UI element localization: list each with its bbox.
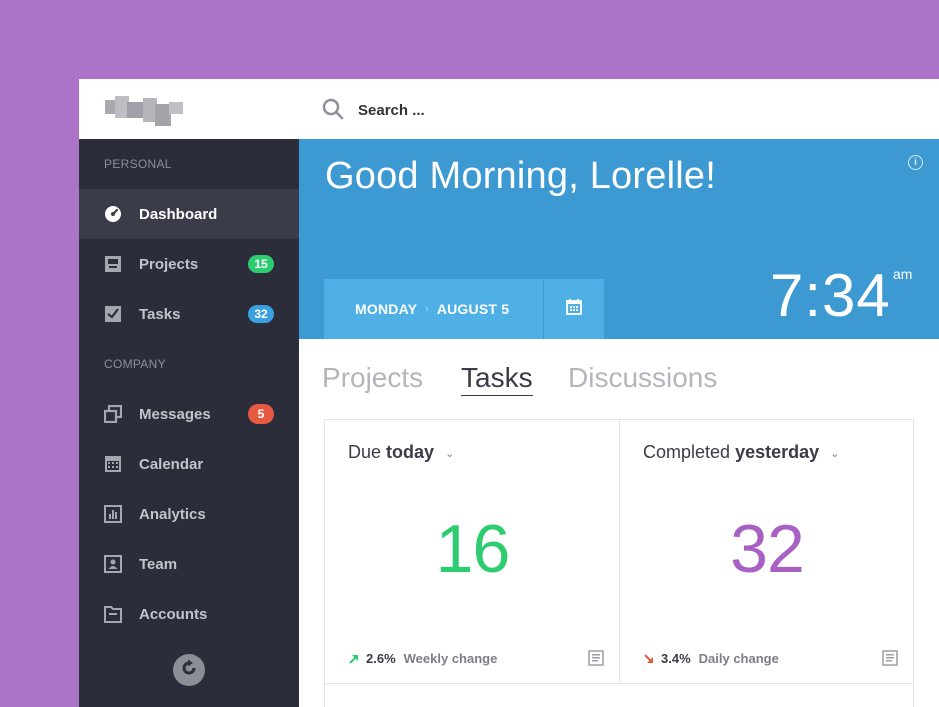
app-window: PERSONAL Dashboard Projects 15 Tasks 32 … — [79, 79, 939, 707]
chevron-right-icon: › — [425, 303, 429, 315]
sidebar-item-label: Calendar — [139, 455, 204, 473]
calendar-button[interactable] — [544, 279, 604, 339]
change-percent: 3.4% — [661, 651, 691, 666]
sidebar-item-label: Team — [139, 555, 178, 573]
calendar-icon — [566, 298, 582, 320]
sidebar-item-team[interactable]: Team — [79, 539, 299, 589]
sidebar-item-label: Tasks — [139, 305, 181, 323]
section-label-personal: PERSONAL — [104, 157, 172, 171]
sidebar-item-tasks[interactable]: Tasks 32 — [79, 289, 299, 339]
analytics-icon — [104, 505, 122, 523]
sidebar-item-label: Accounts — [139, 605, 208, 623]
trend-down-icon — [643, 653, 655, 665]
change-percent: 2.6% — [366, 651, 396, 666]
card-title[interactable]: Due today ⌄ — [348, 442, 454, 463]
sidebar-item-label: Dashboard — [139, 205, 218, 223]
completed-yesterday-card: Completed yesterday ⌄ 32 3.4% Daily chan… — [619, 420, 914, 684]
folder-icon — [104, 605, 122, 623]
sidebar-item-label: Projects — [139, 255, 199, 273]
search-input[interactable] — [358, 99, 658, 121]
date-display: MONDAY › AUGUST 5 — [324, 279, 543, 339]
sidebar-item-projects[interactable]: Projects 15 — [79, 239, 299, 289]
sidebar-item-accounts[interactable]: Accounts — [79, 589, 299, 639]
checkbox-icon — [104, 305, 122, 323]
sidebar: PERSONAL Dashboard Projects 15 Tasks 32 … — [79, 79, 299, 707]
greeting-title: Good Morning, Lorelle! — [325, 155, 716, 197]
topbar — [299, 79, 939, 139]
sidebar-item-messages[interactable]: Messages 5 — [79, 389, 299, 439]
chevron-down-icon[interactable]: ⌄ — [830, 447, 839, 460]
completed-yesterday-count: 32 — [730, 511, 805, 587]
logo[interactable] — [105, 96, 185, 126]
info-icon[interactable]: i — [908, 155, 923, 170]
calendar-icon — [104, 455, 122, 473]
trend-up-icon — [348, 653, 360, 665]
sidebar-item-label: Messages — [139, 405, 211, 423]
card-title-prefix: Completed — [643, 442, 731, 462]
clock-ampm: am — [893, 266, 913, 282]
cards-row-divider — [325, 683, 913, 684]
card-title[interactable]: Completed yesterday ⌄ — [643, 442, 839, 463]
messages-icon — [104, 405, 122, 423]
team-icon — [104, 555, 122, 573]
sidebar-item-label: Analytics — [139, 505, 206, 523]
due-today-count: 16 — [435, 511, 511, 587]
date-day: MONDAY — [355, 301, 418, 317]
tab-projects[interactable]: Projects — [322, 362, 423, 394]
sidebar-item-calendar[interactable]: Calendar — [79, 439, 299, 489]
change-label: Weekly change — [403, 651, 498, 666]
section-label-company: COMPANY — [104, 357, 166, 371]
task-stats-cards: Due today ⌄ 16 2.6% Weekly change Comple… — [324, 419, 914, 707]
card-title-period: today — [386, 442, 435, 462]
change-label: Daily change — [698, 651, 779, 666]
sidebar-item-dashboard[interactable]: Dashboard — [79, 189, 299, 239]
document-icon[interactable] — [882, 650, 898, 666]
document-icon[interactable] — [588, 650, 604, 666]
tasks-count-badge: 32 — [248, 305, 274, 323]
messages-count-badge: 5 — [248, 404, 274, 424]
card-title-period: yesterday — [735, 442, 820, 462]
gauge-icon — [104, 205, 122, 223]
chevron-down-icon[interactable]: ⌄ — [445, 447, 454, 460]
tab-tasks[interactable]: Tasks — [461, 362, 533, 396]
card-title-prefix: Due — [348, 442, 382, 462]
clock-time: 7:34 — [770, 262, 891, 329]
search-icon[interactable] — [322, 98, 344, 120]
greeting-banner: Good Morning, Lorelle! i MONDAY › AUGUST… — [299, 139, 939, 339]
date-month: AUGUST 5 — [436, 301, 510, 317]
sidebar-item-analytics[interactable]: Analytics — [79, 489, 299, 539]
card-footer: 3.4% Daily change — [643, 651, 779, 666]
due-today-card: Due today ⌄ 16 2.6% Weekly change — [325, 420, 620, 684]
tab-discussions[interactable]: Discussions — [568, 362, 717, 394]
logo-area — [79, 79, 299, 139]
refresh-button[interactable] — [173, 654, 205, 686]
inbox-icon — [104, 255, 122, 273]
card-footer: 2.6% Weekly change — [348, 651, 497, 666]
refresh-icon — [179, 658, 199, 683]
projects-count-badge: 15 — [248, 255, 274, 273]
